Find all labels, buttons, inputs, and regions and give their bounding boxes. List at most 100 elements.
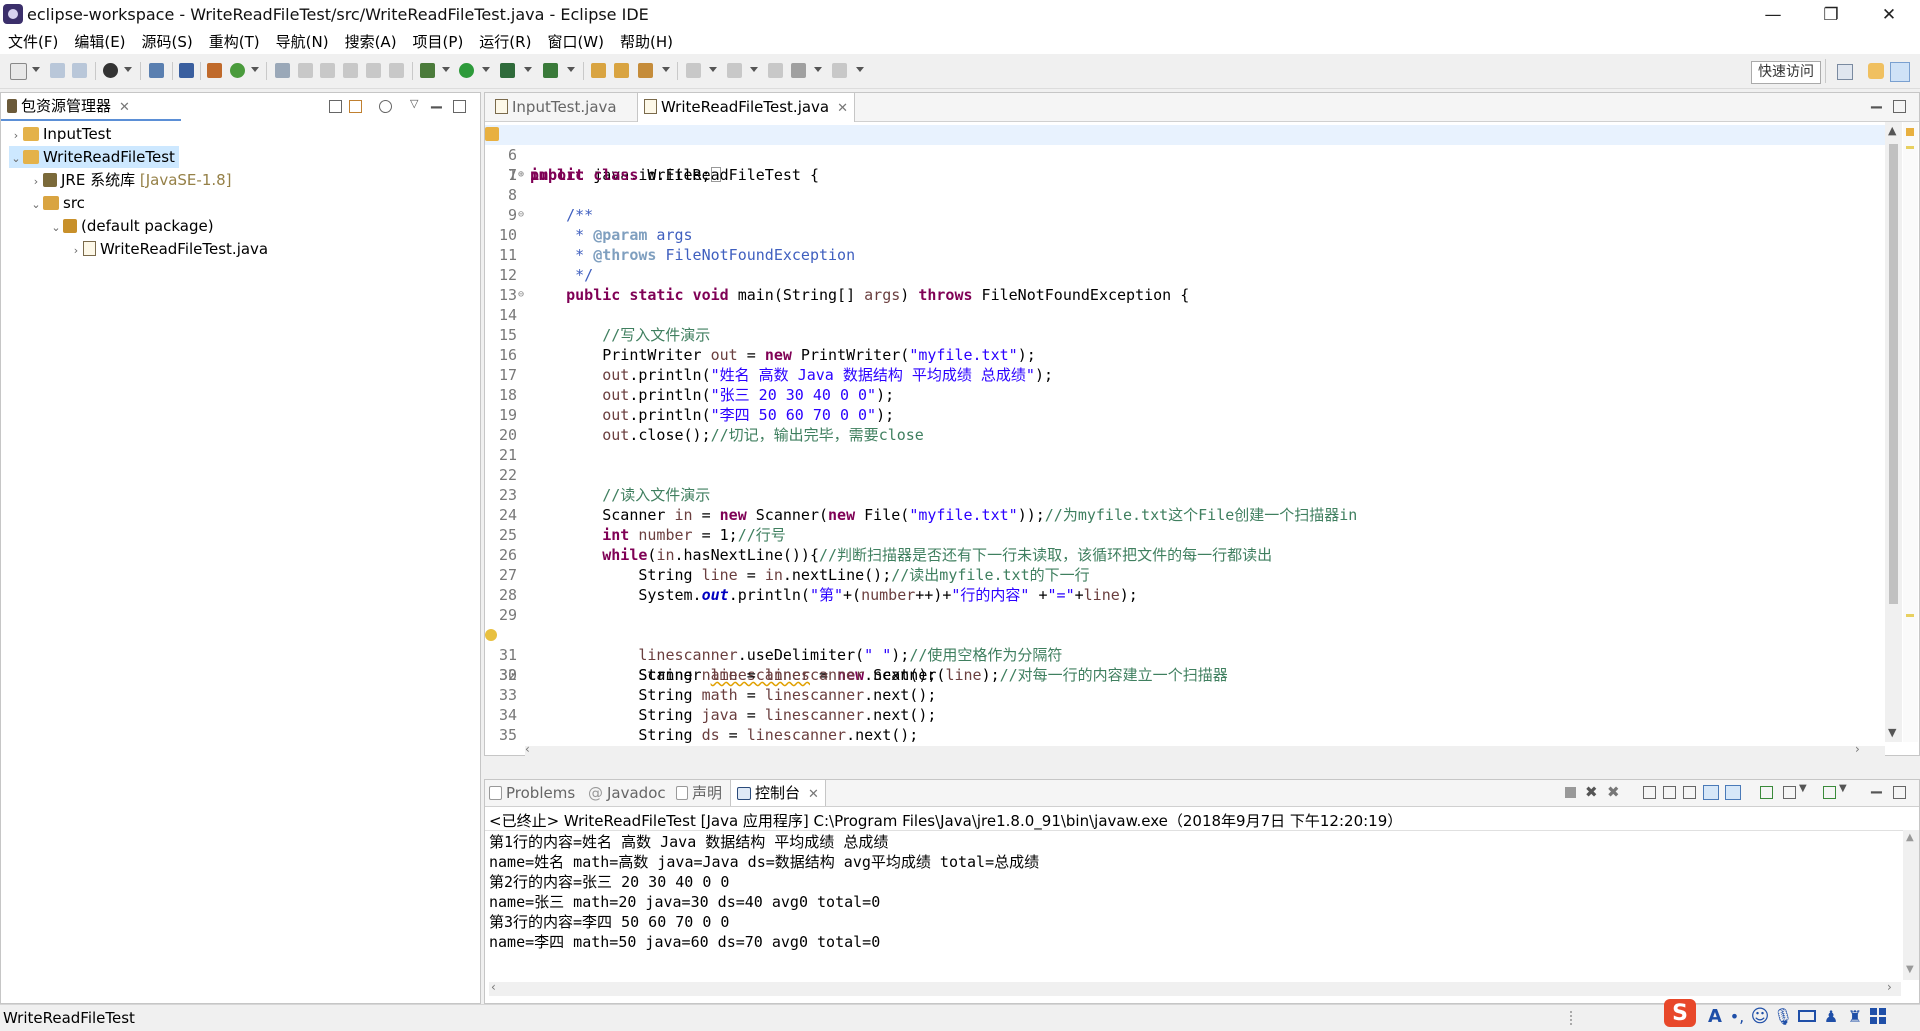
expand-icon[interactable]: ›	[29, 171, 43, 193]
skip-breakpoints-icon[interactable]	[179, 63, 194, 78]
quick-access-field[interactable]: 快速访问	[1751, 61, 1821, 84]
code-line[interactable]: 9 ⊖ /**	[485, 205, 1885, 225]
scroll-lock-icon[interactable]	[1663, 786, 1676, 799]
overview-ruler[interactable]	[1903, 122, 1918, 742]
menu-source[interactable]: 源码(S)	[134, 30, 201, 54]
save-all-icon[interactable]	[72, 63, 87, 78]
code-line[interactable]: 35 String ds = linescanner.next();	[485, 725, 1885, 745]
maximize-view-icon[interactable]	[1893, 786, 1906, 799]
menu-search[interactable]: 搜索(A)	[337, 30, 405, 54]
tab-declaration[interactable]: 声明	[676, 780, 722, 806]
menu-run[interactable]: 运行(R)	[471, 30, 539, 54]
coverage-icon[interactable]	[500, 63, 515, 78]
remove-launch-icon[interactable]: ✖	[1585, 783, 1598, 801]
scrollbar-thumb[interactable]	[1889, 144, 1898, 604]
show-on-error-icon[interactable]	[1725, 785, 1741, 800]
package-explorer-tab[interactable]: 包资源管理器 ✕	[7, 93, 130, 119]
code-line[interactable]: 13 ⊖ public static void main(String[] arg…	[485, 285, 1885, 305]
code-area[interactable]: 1 ⊕ import java.io.File; 6 7 public class W…	[485, 122, 1885, 746]
coverage-dropdown-icon[interactable]	[524, 67, 532, 72]
focus-task-icon[interactable]	[379, 100, 392, 113]
warning-marker-icon[interactable]	[1906, 128, 1914, 136]
display-console-icon[interactable]	[1783, 786, 1796, 799]
link-editor-icon[interactable]	[349, 100, 362, 113]
word-wrap-icon[interactable]	[1683, 786, 1696, 799]
code-line[interactable]: 30 Scanner linescanner = new Scanner(lin…	[485, 625, 1885, 684]
keyboard-icon[interactable]	[1797, 1006, 1817, 1026]
terminate-icon[interactable]	[1565, 787, 1576, 798]
punctuation-icon[interactable]: •,	[1727, 1006, 1747, 1026]
search-icon[interactable]	[638, 63, 653, 78]
tree-item-writereadfiletest[interactable]: ⌄ WriteReadFileTest	[9, 146, 179, 168]
menu-edit[interactable]: 编辑(E)	[66, 30, 133, 54]
collapse-icon[interactable]: ⌄	[29, 194, 43, 216]
prev-edit-icon[interactable]	[727, 63, 742, 78]
code-line[interactable]: 26 while(in.hasNextLine()){//判断扫描器是否还有下一…	[485, 545, 1885, 565]
menu-project[interactable]: 项目(P)	[405, 30, 472, 54]
scroll-right-icon[interactable]: ›	[1887, 980, 1892, 994]
voice-input-icon[interactable]: 🎙︎	[1773, 1006, 1793, 1026]
maximize-view-icon[interactable]	[453, 100, 466, 113]
code-line[interactable]: 21	[485, 445, 1885, 465]
emoji-icon[interactable]: ☺	[1750, 1006, 1770, 1027]
search-dropdown-icon[interactable]	[662, 67, 670, 72]
console-vertical-scrollbar[interactable]: ▲ ▼	[1903, 830, 1919, 980]
editor-horizontal-scrollbar[interactable]: ‹ ›	[525, 742, 1885, 756]
menu-file[interactable]: 文件(F)	[0, 30, 66, 54]
code-line[interactable]: 18 out.println("张三 20 30 40 0 0");	[485, 385, 1885, 405]
tree-item-jre-library[interactable]: › JRE 系统库 [JavaSE-1.8]	[29, 169, 232, 191]
java-perspective-icon[interactable]	[1890, 62, 1910, 82]
close-window-button[interactable]: ✕	[1860, 0, 1918, 30]
code-line[interactable]: 14	[485, 305, 1885, 325]
back-dropdown-icon[interactable]	[814, 67, 822, 72]
back-icon[interactable]	[791, 63, 806, 78]
code-line[interactable]: 29	[485, 605, 1885, 625]
code-line[interactable]: 22	[485, 465, 1885, 485]
next-edit-icon[interactable]	[686, 63, 701, 78]
code-line[interactable]: 20 out.close();//切记，输出完毕，需要close	[485, 425, 1885, 445]
code-line[interactable]: 1 ⊕ import java.io.File;	[485, 125, 1885, 184]
scroll-down-icon[interactable]: ▼	[1888, 726, 1896, 739]
tab-console[interactable]: 控制台 ✕	[730, 780, 826, 806]
forward-dropdown-icon[interactable]	[856, 67, 864, 72]
menu-refactor[interactable]: 重构(T)	[201, 30, 268, 54]
code-line[interactable]: 15 //写入文件演示	[485, 325, 1885, 345]
tree-item-java-file[interactable]: › WriteReadFileTest.java	[69, 238, 268, 260]
profile-dropdown-icon[interactable]	[124, 67, 132, 72]
code-line[interactable]: 17 out.println("姓名 高数 Java 数据结构 平均成绩 总成绩…	[485, 365, 1885, 385]
menu-navigate[interactable]: 导航(N)	[268, 30, 337, 54]
code-line[interactable]: 10 * @param args	[485, 225, 1885, 245]
quick-fix-icon[interactable]	[485, 127, 499, 141]
annotation-icon[interactable]	[275, 63, 290, 78]
code-line[interactable]: 33 String math = linescanner.next();	[485, 685, 1885, 705]
annotation-marker[interactable]	[1906, 614, 1914, 617]
minimize-editor-icon[interactable]: ▁	[1871, 93, 1882, 109]
code-line[interactable]: 6	[485, 145, 1885, 165]
clear-console-icon[interactable]	[1643, 786, 1656, 799]
code-line[interactable]: 7 public class WriteReadFileTest {	[485, 165, 1885, 185]
code-line[interactable]: 23 //读入文件演示	[485, 485, 1885, 505]
code-line[interactable]: 24 Scanner in = new Scanner(new File("my…	[485, 505, 1885, 525]
open-perspective-icon[interactable]	[1837, 64, 1853, 80]
new-icon[interactable]	[10, 63, 27, 80]
code-line[interactable]: 25 int number = 1;//行号	[485, 525, 1885, 545]
terminal-icon[interactable]	[149, 63, 164, 78]
expand-icon[interactable]: ›	[9, 125, 23, 147]
prev-edit-dropdown-icon[interactable]	[750, 67, 758, 72]
scroll-left-icon[interactable]: ‹	[491, 980, 496, 994]
expand-icon[interactable]: ›	[69, 240, 83, 262]
new-class-dropdown-icon[interactable]	[251, 67, 259, 72]
open-console-dropdown-icon[interactable]: ▼	[1839, 783, 1847, 794]
sogou-ime-icon[interactable]: S	[1664, 999, 1696, 1027]
code-line[interactable]: 31 linescanner.useDelimiter(" ");//使用空格作…	[485, 645, 1885, 665]
show-on-output-icon[interactable]	[1703, 785, 1719, 800]
code-line[interactable]: 34 String java = linescanner.next();	[485, 705, 1885, 725]
user-icon[interactable]: ♟	[1821, 1006, 1841, 1026]
run-dropdown-icon[interactable]	[482, 67, 490, 72]
minimize-view-icon[interactable]: ▁	[431, 93, 442, 109]
code-line[interactable]: 19 out.println("李四 50 60 70 0 0");	[485, 405, 1885, 425]
external-tools-icon[interactable]	[543, 63, 558, 78]
collapse-all-icon[interactable]	[329, 100, 342, 113]
code-line[interactable]: 27 String line = in.nextLine();//读出myfil…	[485, 565, 1885, 585]
last-edit-icon[interactable]	[768, 63, 783, 78]
